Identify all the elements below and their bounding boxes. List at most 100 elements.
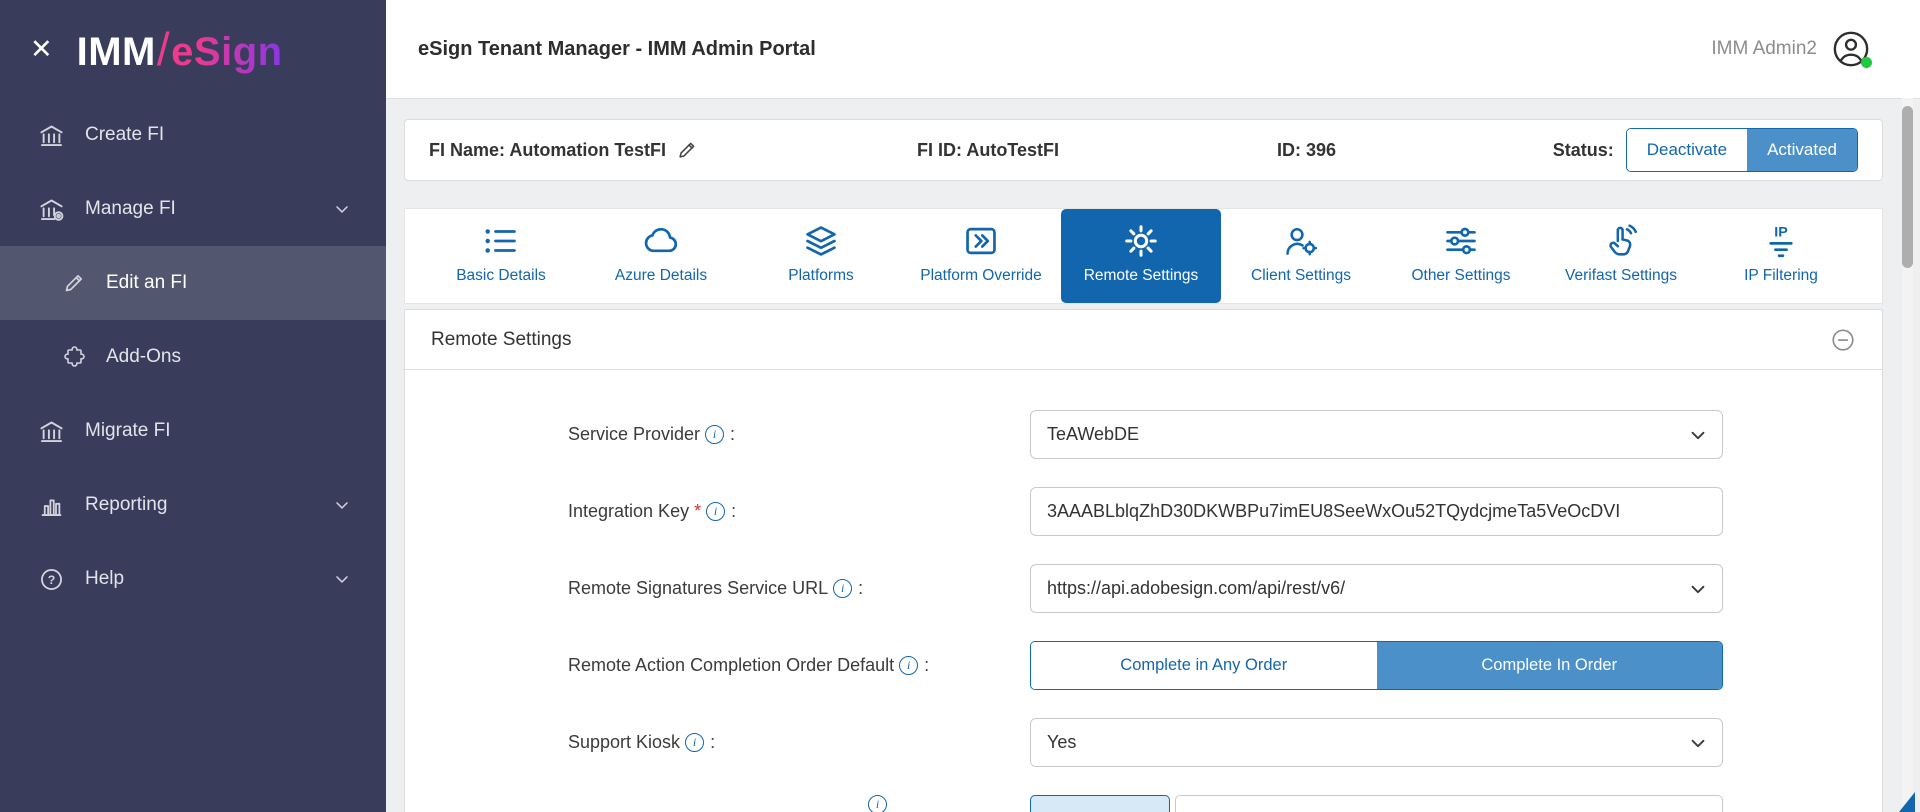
info-icon[interactable]: i: [685, 733, 704, 752]
remote-signatures-url-row: Remote Signatures Service URL i : https:…: [568, 564, 1882, 613]
close-icon[interactable]: ✕: [30, 36, 53, 63]
chevron-down-icon: [1687, 732, 1709, 754]
sidebar-item-add-ons[interactable]: Add-Ons: [0, 320, 386, 394]
tab-verifast-settings[interactable]: Verifast Settings: [1541, 209, 1701, 303]
field-label-text: Support Kiosk: [568, 732, 680, 753]
edit-fi-name-icon[interactable]: [676, 139, 698, 161]
tab-other-settings[interactable]: Other Settings: [1381, 209, 1541, 303]
hand-signal-icon: [1602, 222, 1640, 260]
cloud-icon: [642, 222, 680, 260]
scrollbar-thumb[interactable]: [1902, 106, 1913, 268]
bank-arrow-icon: [38, 418, 65, 445]
support-kiosk-select[interactable]: Yes: [1030, 718, 1723, 767]
section-title: Remote Settings: [431, 329, 571, 351]
tab-label: Other Settings: [1411, 267, 1510, 285]
tab-label: Basic Details: [456, 267, 546, 285]
partial-toggle-right[interactable]: [1175, 795, 1723, 812]
completion-order-row: Remote Action Completion Order Default i…: [568, 641, 1882, 690]
online-status-dot: [1861, 57, 1872, 68]
user-avatar[interactable]: [1832, 30, 1870, 68]
service-provider-value: TeAWebDE: [1047, 424, 1139, 445]
bar-chart-icon: [38, 492, 65, 519]
sidebar-item-label: Help: [85, 568, 124, 590]
collapse-section-icon[interactable]: [1830, 327, 1856, 353]
tab-ip-filtering[interactable]: IP IP Filtering: [1701, 209, 1861, 303]
complete-any-order-button[interactable]: Complete in Any Order: [1031, 642, 1377, 689]
tab-azure-details[interactable]: Azure Details: [581, 209, 741, 303]
list-icon: [482, 222, 520, 260]
support-kiosk-label: Support Kiosk i :: [568, 732, 1030, 753]
tab-label: Client Settings: [1251, 267, 1351, 285]
fi-id-text: FI ID: AutoTestFI: [917, 140, 1277, 161]
bank-icon: [38, 122, 65, 149]
svg-text:?: ?: [48, 573, 56, 587]
info-icon[interactable]: i: [705, 425, 724, 444]
tab-platform-override[interactable]: Platform Override: [901, 209, 1061, 303]
label-colon: :: [731, 501, 736, 522]
info-icon[interactable]: i: [706, 502, 725, 521]
app-logo: IMM/eSign: [77, 22, 283, 76]
info-icon[interactable]: i: [868, 795, 887, 812]
tab-platforms[interactable]: Platforms: [741, 209, 901, 303]
user-gear-icon: [1282, 222, 1320, 260]
status-toggle: Deactivate Activated: [1626, 128, 1858, 172]
deactivate-button[interactable]: Deactivate: [1627, 129, 1747, 171]
status-label: Status:: [1553, 140, 1614, 161]
remote-signatures-url-value: https://api.adobesign.com/api/rest/v6/: [1047, 578, 1345, 599]
tab-remote-settings[interactable]: Remote Settings: [1061, 209, 1221, 303]
integration-key-value: 3AAABLblqZhD30DKWBPu7imEU8SeeWxOu52TQydc…: [1047, 501, 1620, 522]
completion-order-label: Remote Action Completion Order Default i…: [568, 655, 1030, 676]
partial-toggle-left[interactable]: [1030, 795, 1170, 812]
sidebar-header: ✕ IMM/eSign: [0, 0, 386, 98]
tab-client-settings[interactable]: Client Settings: [1221, 209, 1381, 303]
info-icon[interactable]: i: [899, 656, 918, 675]
chevron-down-icon: [332, 495, 352, 515]
sidebar-item-manage-fi[interactable]: Manage FI: [0, 172, 386, 246]
info-icon[interactable]: i: [833, 579, 852, 598]
fi-name-group: FI Name: Automation TestFI: [429, 139, 917, 161]
chevron-down-icon: [1687, 578, 1709, 600]
required-mark: *: [694, 501, 701, 522]
support-kiosk-value: Yes: [1047, 732, 1076, 753]
field-label-text: Integration Key: [568, 501, 689, 522]
gear-icon: [1122, 222, 1160, 260]
puzzle-icon: [62, 345, 86, 369]
partial-field-label: i: [568, 795, 1030, 812]
main-area: eSign Tenant Manager - IMM Admin Portal …: [386, 0, 1920, 812]
sidebar-item-reporting[interactable]: Reporting: [0, 468, 386, 542]
sliders-icon: [1442, 222, 1480, 260]
fi-name-text: FI Name: Automation TestFI: [429, 140, 666, 161]
complete-in-order-button[interactable]: Complete In Order: [1377, 642, 1723, 689]
sidebar-item-label: Manage FI: [85, 198, 176, 220]
sidebar-item-help[interactable]: ? Help: [0, 542, 386, 616]
field-label-text: Service Provider: [568, 424, 700, 445]
activated-button[interactable]: Activated: [1747, 129, 1857, 171]
layers-icon: [802, 222, 840, 260]
logged-in-user: IMM Admin2: [1711, 38, 1817, 60]
ip-filter-icon: IP: [1762, 222, 1800, 260]
remote-signatures-url-select[interactable]: https://api.adobesign.com/api/rest/v6/: [1030, 564, 1723, 613]
logo-slash: /: [157, 23, 170, 75]
vertical-scrollbar[interactable]: [1902, 98, 1913, 812]
header-user-area: IMM Admin2: [1711, 30, 1888, 68]
completion-order-toggle: Complete in Any Order Complete In Order: [1030, 641, 1723, 690]
remote-settings-form: Service Provider i : TeAWebDE Integratio…: [404, 370, 1883, 812]
service-provider-select[interactable]: TeAWebDE: [1030, 410, 1723, 459]
box-forward-icon: [962, 222, 1000, 260]
sidebar-item-migrate-fi[interactable]: Migrate FI: [0, 394, 386, 468]
integration-key-row: Integration Key * i : 3AAABLblqZhD30DKWB…: [568, 487, 1882, 536]
tab-basic-details[interactable]: Basic Details: [421, 209, 581, 303]
integration-key-input[interactable]: 3AAABLblqZhD30DKWBPu7imEU8SeeWxOu52TQydc…: [1030, 487, 1723, 536]
service-provider-label: Service Provider i :: [568, 424, 1030, 445]
tab-label: IP Filtering: [1744, 267, 1818, 285]
tab-label: Platform Override: [920, 267, 1041, 285]
pencil-icon: [62, 271, 86, 295]
tab-label: Verifast Settings: [1565, 267, 1677, 285]
sidebar-item-label: Edit an FI: [106, 272, 187, 294]
logo-imm-text: IMM: [77, 30, 156, 74]
settings-tabbar: Basic Details Azure Details Platforms Pl…: [404, 208, 1883, 304]
sidebar-item-edit-an-fi[interactable]: Edit an FI: [0, 246, 386, 320]
label-colon: :: [710, 732, 715, 753]
sidebar-item-label: Migrate FI: [85, 420, 171, 442]
sidebar-item-create-fi[interactable]: Create FI: [0, 98, 386, 172]
